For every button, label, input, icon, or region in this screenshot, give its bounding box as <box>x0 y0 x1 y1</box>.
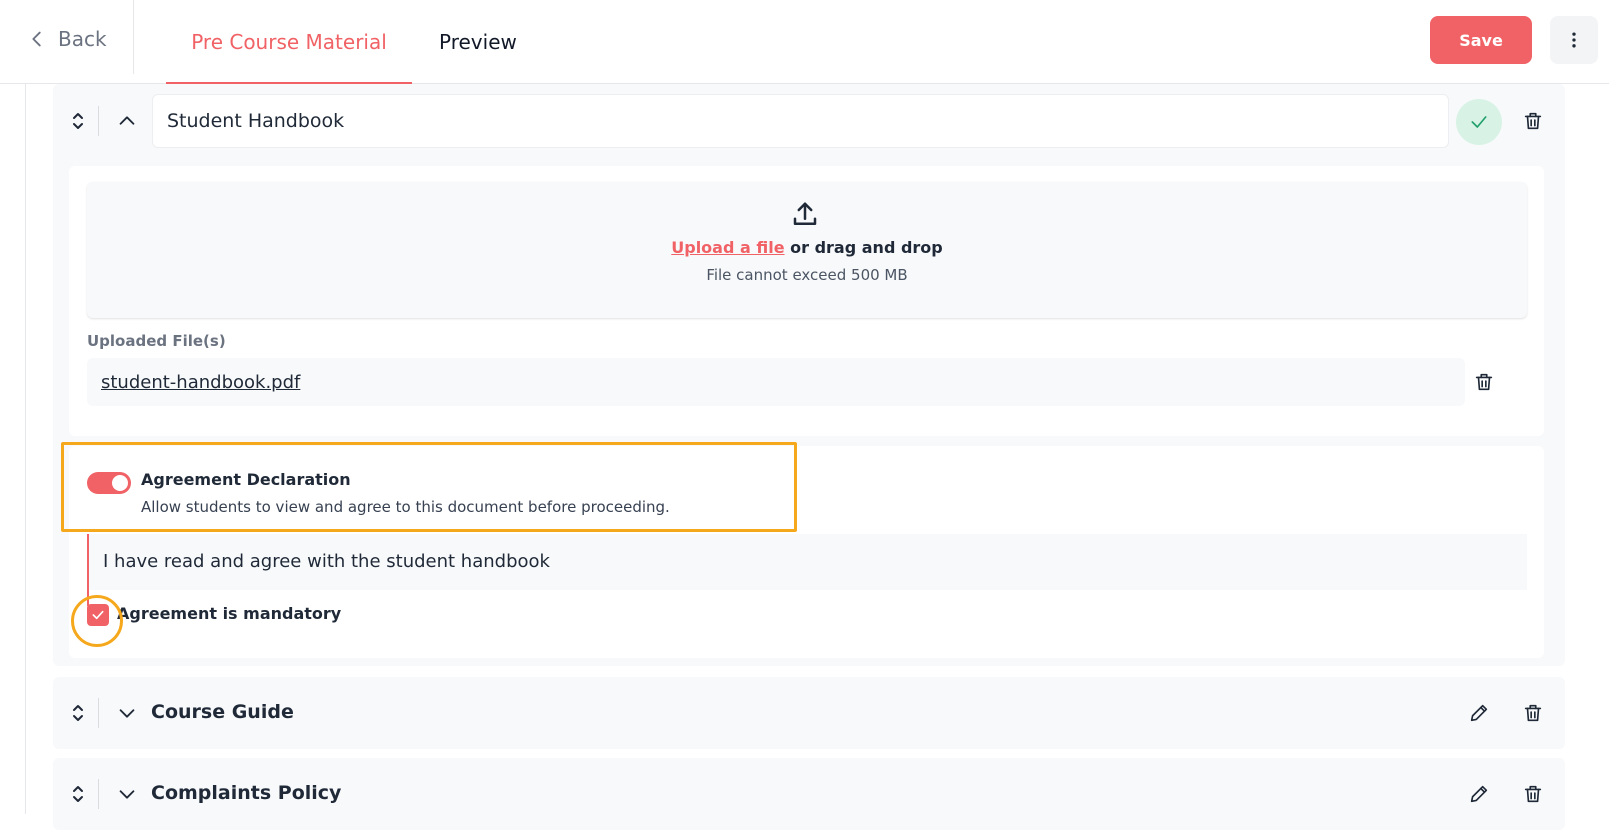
agreement-panel: Agreement Declaration Allow students to … <box>69 446 1544 658</box>
trash-icon <box>1524 704 1542 722</box>
drag-handle[interactable] <box>67 699 89 727</box>
back-label: Back <box>58 27 107 51</box>
uploaded-files-label: Uploaded File(s) <box>87 332 226 350</box>
material-section-complaints-policy: Complaints Policy <box>53 758 1565 830</box>
uploaded-file-row: student-handbook.pdf <box>87 358 1465 406</box>
trash-icon <box>1475 373 1493 391</box>
delete-section-button[interactable] <box>1520 781 1546 807</box>
save-button[interactable]: Save <box>1430 16 1532 64</box>
agreement-title: Agreement Declaration <box>141 470 351 489</box>
edit-section-button[interactable] <box>1466 700 1492 726</box>
agreement-declaration-toggle[interactable] <box>87 472 131 494</box>
chevron-down-icon <box>119 709 135 718</box>
drag-handle[interactable] <box>67 107 89 135</box>
divider <box>98 779 99 809</box>
chevron-left-icon <box>32 31 41 47</box>
collapse-button[interactable] <box>116 110 138 132</box>
upload-file-link[interactable]: Upload a file <box>671 238 784 257</box>
delete-section-button[interactable] <box>1520 700 1546 726</box>
confirm-title-button[interactable] <box>1456 99 1502 145</box>
top-header: Back Pre Course Material Preview Save <box>0 0 1609 85</box>
agreement-description: Allow students to view and agree to this… <box>141 498 670 516</box>
drag-drop-text: or drag and drop <box>784 238 943 257</box>
material-section-student-handbook: Upload a file or drag and drop File cann… <box>53 84 1565 666</box>
chevron-up-down-icon <box>73 113 83 129</box>
dropzone-instructions: Upload a file or drag and drop <box>87 238 1527 257</box>
left-rail <box>25 84 26 814</box>
header-divider <box>133 0 134 74</box>
more-options-button[interactable] <box>1550 16 1598 64</box>
trash-icon <box>1524 112 1542 130</box>
section-title: Complaints Policy <box>151 782 342 804</box>
expand-button[interactable] <box>116 702 138 724</box>
delete-section-button[interactable] <box>1520 108 1546 134</box>
tab-label: Preview <box>439 30 517 54</box>
back-button[interactable]: Back <box>26 24 107 54</box>
tab-pre-course-material[interactable]: Pre Course Material <box>166 0 412 85</box>
check-icon <box>92 610 104 620</box>
file-dropzone[interactable]: Upload a file or drag and drop File cann… <box>87 182 1527 318</box>
file-size-limit: File cannot exceed 500 MB <box>706 266 908 284</box>
upload-panel: Upload a file or drag and drop File cann… <box>69 166 1544 436</box>
section-title: Course Guide <box>151 701 294 723</box>
agreement-mandatory-label: Agreement is mandatory <box>117 604 342 623</box>
pencil-icon <box>1470 704 1488 722</box>
uploaded-file-link[interactable]: student-handbook.pdf <box>101 372 300 393</box>
chevron-up-down-icon <box>73 705 83 721</box>
agreement-text-field[interactable]: I have read and agree with the student h… <box>87 534 1527 590</box>
more-vertical-icon <box>1572 32 1576 48</box>
tab-preview[interactable]: Preview <box>439 0 517 84</box>
section-title-input[interactable] <box>152 94 1449 148</box>
divider <box>98 698 99 728</box>
upload-icon <box>793 202 817 225</box>
chevron-up-icon <box>119 116 135 125</box>
expand-button[interactable] <box>116 783 138 805</box>
trash-icon <box>1524 785 1542 803</box>
agreement-mandatory-checkbox[interactable] <box>87 604 109 626</box>
delete-file-button[interactable] <box>1471 369 1497 395</box>
pencil-icon <box>1470 785 1488 803</box>
check-icon <box>1471 116 1487 128</box>
drag-handle[interactable] <box>67 780 89 808</box>
divider <box>98 106 99 136</box>
material-section-course-guide: Course Guide <box>53 677 1565 749</box>
chevron-down-icon <box>119 790 135 799</box>
edit-section-button[interactable] <box>1466 781 1492 807</box>
chevron-up-down-icon <box>73 786 83 802</box>
tab-label: Pre Course Material <box>191 30 387 54</box>
agreement-text: I have read and agree with the student h… <box>103 551 550 572</box>
